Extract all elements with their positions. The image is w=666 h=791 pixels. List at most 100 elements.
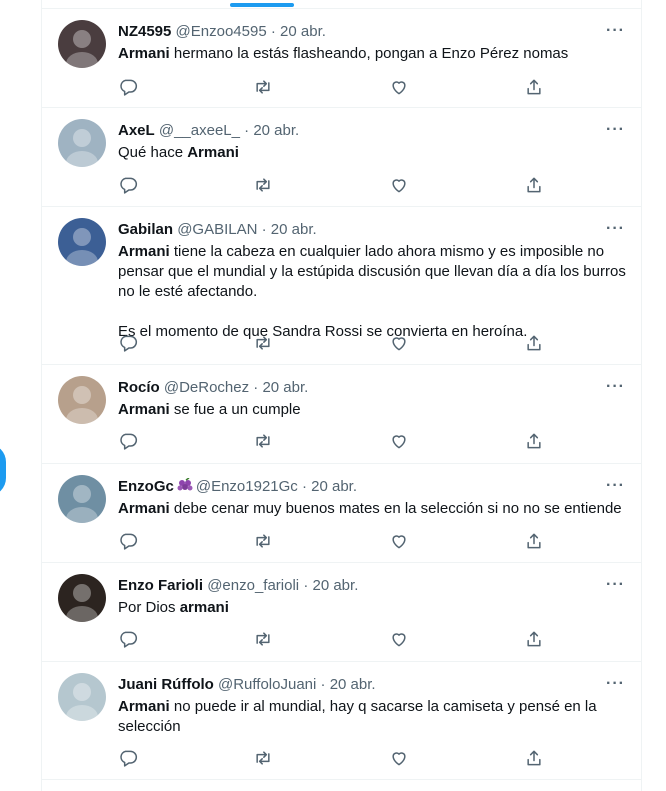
highlighted-text: armani — [179, 599, 229, 616]
display-name[interactable]: EnzoGc — [118, 478, 174, 495]
tweet[interactable]: Enzo Farioli @enzo_farioli · 20 abr. ··· P… — [42, 563, 641, 662]
timestamp[interactable]: 20 abr. — [330, 676, 376, 693]
tweet[interactable]: Gabilan @GABILAN · 20 abr. ··· Armani tien… — [42, 207, 641, 365]
tweet-text: Armani no puede ir al mundial, hay q sac… — [118, 697, 628, 737]
more-options-icon[interactable]: ··· — [606, 674, 625, 694]
like-button[interactable] — [389, 629, 409, 649]
more-options-icon[interactable]: ··· — [606, 377, 625, 397]
retweet-button[interactable] — [253, 333, 273, 353]
avatar[interactable] — [58, 574, 106, 622]
retweet-button[interactable] — [253, 175, 273, 195]
display-name[interactable]: Rocío — [118, 379, 160, 396]
display-name[interactable]: AxeL — [118, 122, 155, 139]
reply-icon — [118, 175, 138, 195]
like-button[interactable] — [389, 77, 409, 97]
separator: · — [320, 676, 326, 693]
highlighted-text: Armani — [118, 401, 170, 418]
handle[interactable]: @DeRochez — [164, 379, 249, 396]
more-options-icon[interactable]: ··· — [606, 120, 625, 140]
timestamp[interactable]: 20 abr. — [280, 23, 326, 40]
like-button[interactable] — [389, 748, 409, 768]
reply-icon — [118, 431, 138, 451]
like-icon — [389, 77, 409, 97]
highlighted-text: Armani — [118, 500, 170, 517]
reply-button[interactable] — [118, 531, 138, 551]
avatar[interactable] — [58, 20, 106, 68]
share-button[interactable] — [524, 175, 544, 195]
timestamp[interactable]: 20 abr. — [312, 577, 358, 594]
tweet-text: Armani hermano la estás flasheando, pong… — [118, 44, 628, 64]
display-name[interactable]: Enzo Farioli — [118, 577, 203, 594]
share-button[interactable] — [524, 431, 544, 451]
handle[interactable]: @enzo_farioli — [207, 577, 299, 594]
display-name[interactable]: Gabilan — [118, 221, 173, 238]
handle[interactable]: @Enzo1921Gc — [196, 478, 298, 495]
tweet-actions — [118, 77, 558, 97]
retweet-button[interactable] — [253, 748, 273, 768]
like-icon — [389, 431, 409, 451]
separator: · — [270, 23, 276, 40]
reply-button[interactable] — [118, 629, 138, 649]
tweet-header: EnzoGc @Enzo1921Gc · 20 abr. — [118, 477, 357, 497]
avatar[interactable] — [58, 673, 106, 721]
reply-button[interactable] — [118, 748, 138, 768]
tweet-actions — [118, 431, 558, 451]
compose-button[interactable] — [0, 444, 6, 496]
retweet-button[interactable] — [253, 629, 273, 649]
display-name[interactable]: Juani Rúffolo — [118, 676, 214, 693]
avatar[interactable] — [58, 218, 106, 266]
tweet[interactable]: AxeL @__axeeL_ · 20 abr. ··· Qué hace Arma… — [42, 108, 641, 207]
retweet-button[interactable] — [253, 431, 273, 451]
handle[interactable]: @__axeeL_ — [159, 122, 240, 139]
tweet-header: Gabilan @GABILAN · 20 abr. — [118, 220, 317, 240]
more-options-icon[interactable]: ··· — [606, 476, 625, 496]
separator: · — [244, 122, 250, 139]
reply-button[interactable] — [118, 175, 138, 195]
share-icon — [524, 629, 544, 649]
avatar[interactable] — [58, 475, 106, 523]
more-options-icon[interactable]: ··· — [606, 219, 625, 239]
tweet[interactable]: NZ4595 @Enzoo4595 · 20 abr. ··· Armani her… — [42, 9, 641, 108]
like-button[interactable] — [389, 175, 409, 195]
reply-button[interactable] — [118, 431, 138, 451]
retweet-button[interactable] — [253, 531, 273, 551]
retweet-icon — [253, 629, 273, 649]
share-button[interactable] — [524, 77, 544, 97]
reply-button[interactable] — [118, 77, 138, 97]
tweet-header: Enzo Farioli @enzo_farioli · 20 abr. — [118, 576, 358, 596]
text-segment: tiene la cabeza en cualquier lado ahora … — [118, 243, 626, 300]
more-options-icon[interactable]: ··· — [606, 21, 625, 41]
timestamp[interactable]: 20 abr. — [271, 221, 317, 238]
share-button[interactable] — [524, 333, 544, 353]
like-button[interactable] — [389, 531, 409, 551]
display-name[interactable]: NZ4595 — [118, 23, 171, 40]
share-icon — [524, 431, 544, 451]
tweet[interactable]: EnzoGc @Enzo1921Gc · 20 abr. ··· Armani deb… — [42, 464, 641, 563]
handle[interactable]: @Enzoo4595 — [176, 23, 267, 40]
share-button[interactable] — [524, 748, 544, 768]
tweet-actions — [118, 531, 558, 551]
separator: · — [253, 379, 259, 396]
retweet-button[interactable] — [253, 77, 273, 97]
avatar[interactable] — [58, 119, 106, 167]
highlighted-text: Armani — [118, 698, 170, 715]
handle[interactable]: @GABILAN — [177, 221, 257, 238]
more-options-icon[interactable]: ··· — [606, 575, 625, 595]
retweet-icon — [253, 333, 273, 353]
like-button[interactable] — [389, 333, 409, 353]
timestamp[interactable]: 20 abr. — [311, 478, 357, 495]
handle[interactable]: @RuffoloJuani — [218, 676, 316, 693]
share-button[interactable] — [524, 531, 544, 551]
reply-button[interactable] — [118, 333, 138, 353]
tweet-text: Qué hace Armani — [118, 143, 628, 163]
text-segment: Qué hace — [118, 144, 188, 161]
reply-icon — [118, 77, 138, 97]
timestamp[interactable]: 20 abr. — [262, 379, 308, 396]
like-button[interactable] — [389, 431, 409, 451]
grapes-icon — [177, 477, 194, 493]
timestamp[interactable]: 20 abr. — [253, 122, 299, 139]
share-button[interactable] — [524, 629, 544, 649]
avatar[interactable] — [58, 376, 106, 424]
tweet[interactable]: Rocío @DeRochez · 20 abr. ··· Armani se fu… — [42, 365, 641, 464]
tweet[interactable]: Juani Rúffolo @RuffoloJuani · 20 abr. ···… — [42, 662, 641, 780]
